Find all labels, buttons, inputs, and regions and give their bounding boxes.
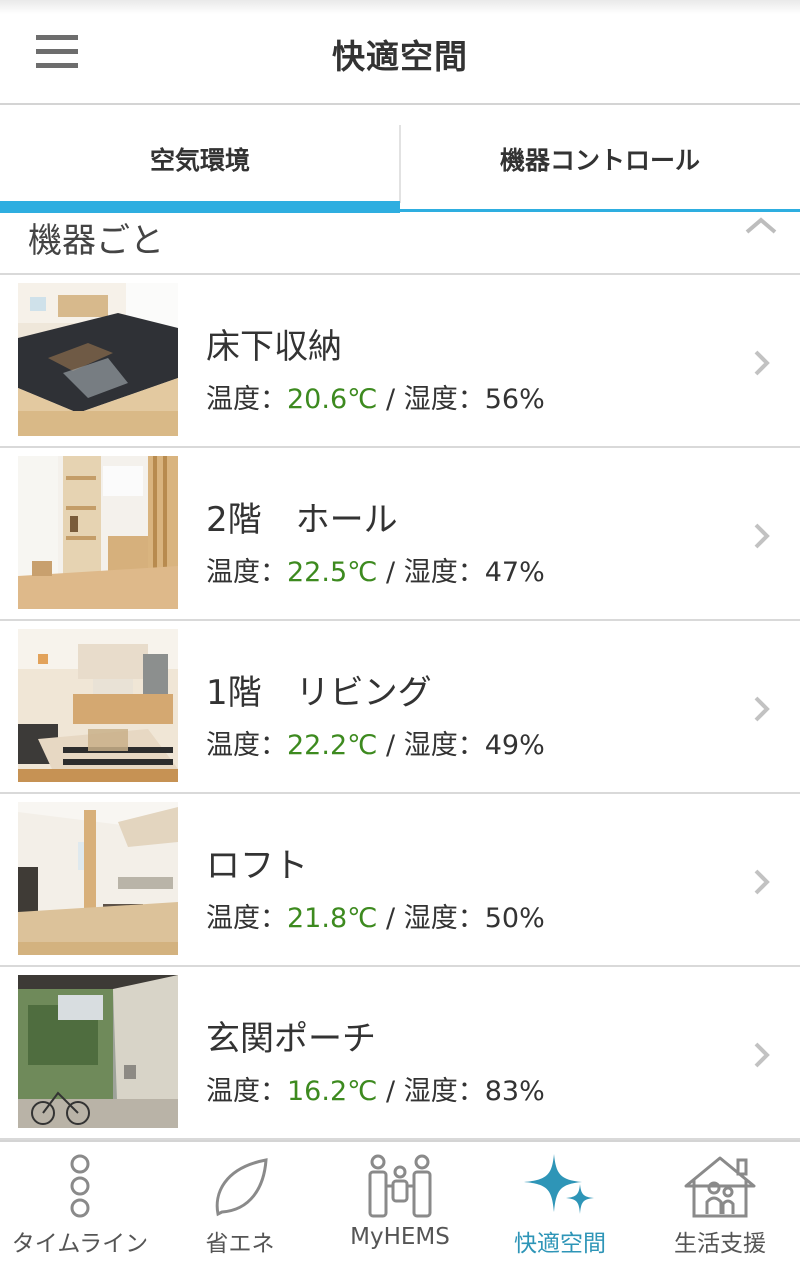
section-header[interactable]: 機器ごと [0,213,800,275]
separator: / [377,557,404,588]
hall-photo [18,456,178,609]
chevron-right-icon [754,350,770,376]
temperature-value: 22.2℃ [287,730,378,761]
loft-photo [18,802,178,955]
family-icon [368,1154,432,1218]
page-title: 快適空間 [332,37,468,76]
separator: / [377,730,404,761]
temp-label: 温度： [206,384,287,415]
house-people-icon [684,1156,756,1218]
tab-device-control[interactable]: 機器コントロール [400,105,800,213]
nav-label: 快適空間 [514,1231,606,1257]
room-item-underfloor[interactable]: 床下収納 温度：20.6℃ / 湿度：56% [0,275,800,448]
sparkle-icon [524,1154,594,1214]
room-stats: 温度：20.6℃ / 湿度：56% [206,377,545,416]
temperature-value: 21.8℃ [287,903,378,934]
temp-label: 温度： [206,557,287,588]
active-tab-indicator [0,201,400,213]
humidity-value: 47% [484,557,545,588]
tab-underline [400,209,800,212]
humidity-value: 49% [484,730,545,761]
humidity-label: 湿度： [403,1076,485,1107]
nav-label: タイムライン [11,1231,149,1257]
entrance-porch-photo [18,975,178,1128]
nav-label: MyHEMS [350,1224,450,1250]
chevron-right-icon [754,869,770,895]
room-list[interactable]: 機器ごと 床下収納 温度：20.6℃ / 湿度：56% 2階 ホール 温度：22… [0,213,800,1140]
room-name: 床下収納 [206,327,342,367]
temp-label: 温度： [206,730,287,761]
nav-timeline[interactable]: タイムライン [0,1142,160,1262]
temperature-value: 16.2℃ [287,1076,378,1107]
room-item-loft[interactable]: ロフト 温度：21.8℃ / 湿度：50% [0,794,800,967]
timeline-icon [70,1154,90,1218]
chevron-right-icon [754,696,770,722]
chevron-right-icon [754,523,770,549]
room-stats: 温度：21.8℃ / 湿度：50% [206,896,545,935]
tab-air-environment[interactable]: 空気環境 [0,105,400,213]
nav-energy-saving[interactable]: 省エネ [160,1142,320,1262]
room-name: 2階 ホール [206,500,398,540]
tatami-room-photo [18,283,178,436]
temp-label: 温度： [206,1076,287,1107]
room-item-entrance-porch[interactable]: 玄関ポーチ 温度：16.2℃ / 湿度：83% [0,967,800,1140]
humidity-value: 83% [484,1076,545,1107]
humidity-value: 50% [484,903,545,934]
humidity-label: 湿度： [403,557,485,588]
chevron-right-icon [754,1042,770,1068]
room-item-1f-living[interactable]: 1階 リビング 温度：22.2℃ / 湿度：49% [0,621,800,794]
tab-bar: 空気環境 機器コントロール [0,105,800,213]
room-stats: 温度：22.2℃ / 湿度：49% [206,723,545,762]
nav-life-support[interactable]: 生活支援 [640,1142,800,1262]
temperature-value: 22.5℃ [287,557,378,588]
app-header: 快適空間 [0,0,800,105]
room-name: 1階 リビング [206,673,432,713]
room-stats: 温度：22.5℃ / 湿度：47% [206,550,545,589]
separator: / [377,1076,404,1107]
room-name: 玄関ポーチ [206,1019,376,1059]
chevron-up-icon[interactable] [744,215,778,235]
nav-label: 生活支援 [674,1231,766,1257]
humidity-label: 湿度： [403,730,485,761]
humidity-label: 湿度： [403,903,485,934]
nav-label: 省エネ [205,1231,275,1257]
leaf-icon [215,1158,268,1217]
nav-myhems[interactable]: MyHEMS [320,1142,480,1262]
separator: / [377,384,404,415]
bottom-navigation: タイムライン 省エネ MyHEMS 快適空間 生活支援 [0,1140,800,1262]
humidity-value: 56% [484,384,545,415]
separator: / [377,903,404,934]
room-item-2f-hall[interactable]: 2階 ホール 温度：22.5℃ / 湿度：47% [0,448,800,621]
room-stats: 温度：16.2℃ / 湿度：83% [206,1069,545,1108]
nav-comfort-space[interactable]: 快適空間 [480,1142,640,1262]
section-title: 機器ごと [28,221,164,261]
living-room-photo [18,629,178,782]
room-name: ロフト [206,846,308,886]
temperature-value: 20.6℃ [287,384,378,415]
humidity-label: 湿度： [403,384,485,415]
temp-label: 温度： [206,903,287,934]
